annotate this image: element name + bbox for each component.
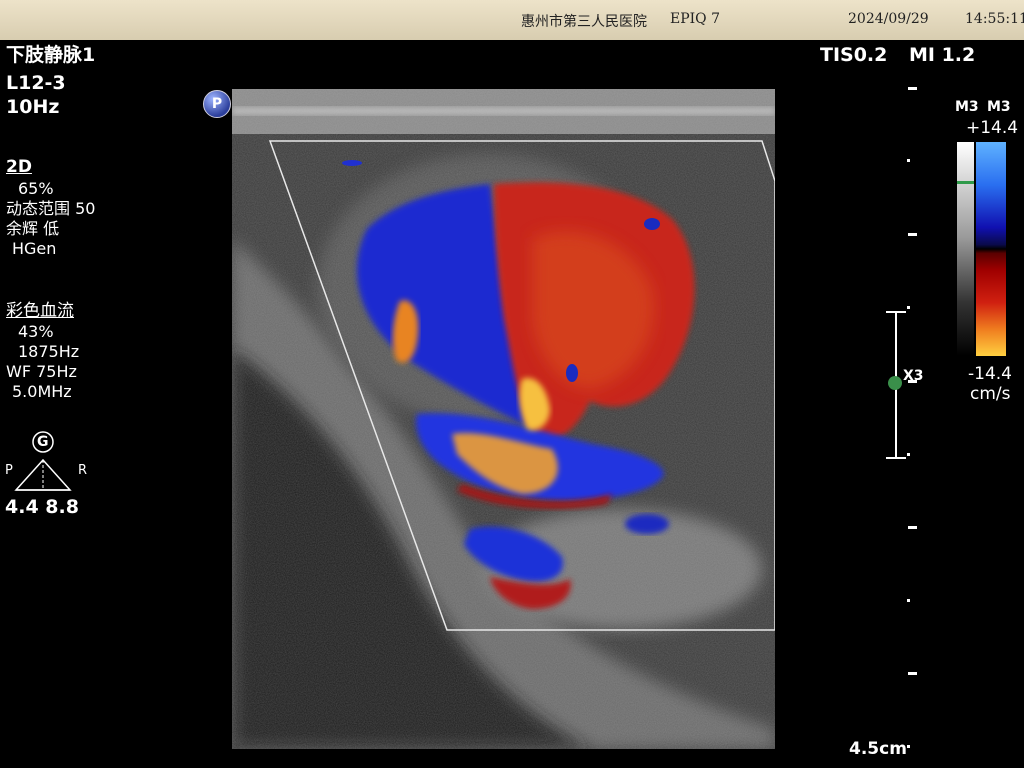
frame-rate: 10Hz: [6, 96, 60, 118]
guide-values: 4.4 8.8: [5, 496, 79, 518]
mode-2d-title: 2D: [6, 157, 32, 177]
mi-index: MI 1.2: [909, 44, 976, 66]
guide-p-label: P: [5, 463, 13, 478]
tis-index: TIS0.2: [820, 44, 888, 66]
exam-time: 14:55:11: [965, 11, 1024, 27]
exam-date: 2024/09/29: [848, 11, 929, 27]
depth-dot: [907, 745, 910, 748]
header-bar: 惠州市第三人民医院 EPIQ 7 2024/09/29 14:55:11: [0, 0, 1024, 40]
depth-tick: [908, 233, 917, 236]
depth-tick: [908, 672, 917, 675]
color-flow-title: 彩色血流: [6, 301, 74, 321]
mode-2d-gain: 65%: [18, 179, 54, 198]
velocity-top: +14.4: [966, 118, 1019, 138]
preset-badge[interactable]: P: [203, 90, 231, 118]
depth-tick: [908, 87, 917, 90]
color-prf: 1875Hz: [18, 342, 80, 361]
ultrasound-image[interactable]: [232, 89, 775, 749]
color-gain: 43%: [18, 322, 54, 341]
zoom-label: X3: [903, 368, 924, 384]
zoom-knob-icon[interactable]: [888, 376, 902, 390]
wall-filter: WF 75Hz: [6, 362, 77, 381]
guide-triangle-icon: [14, 431, 72, 491]
dynamic-range: 动态范围 50: [6, 199, 96, 218]
gray-map-marker: [957, 181, 974, 184]
map-label-gray: M3: [955, 99, 979, 115]
color-frequency: 5.0MHz: [12, 382, 72, 401]
depth-value: 4.5cm: [849, 739, 907, 759]
guide-g-label: G: [37, 434, 49, 450]
color-velocity-bar: [976, 142, 1006, 356]
depth-dot: [907, 159, 910, 162]
persistence: 余辉 低: [6, 219, 60, 238]
preset-name: 下肢静脉1: [6, 44, 96, 66]
frequency-mode: HGen: [12, 239, 57, 258]
hospital-name: 惠州市第三人民医院: [521, 14, 647, 30]
guide-r-label: R: [78, 463, 88, 478]
velocity-bottom: -14.4: [968, 364, 1012, 384]
doppler-image: [232, 89, 775, 749]
depth-tick: [908, 526, 917, 529]
depth-dot: [907, 306, 910, 309]
depth-dot: [907, 599, 910, 602]
probe-name: L12-3: [6, 72, 66, 94]
zoom-focus-bar[interactable]: [884, 311, 908, 459]
gray-map-bar: [957, 142, 974, 356]
zoom-cap-top: [886, 311, 906, 313]
zoom-cap-bottom: [886, 457, 906, 459]
map-label-color: M3: [987, 99, 1011, 115]
system-name: EPIQ 7: [670, 11, 721, 27]
velocity-unit: cm/s: [970, 384, 1011, 404]
